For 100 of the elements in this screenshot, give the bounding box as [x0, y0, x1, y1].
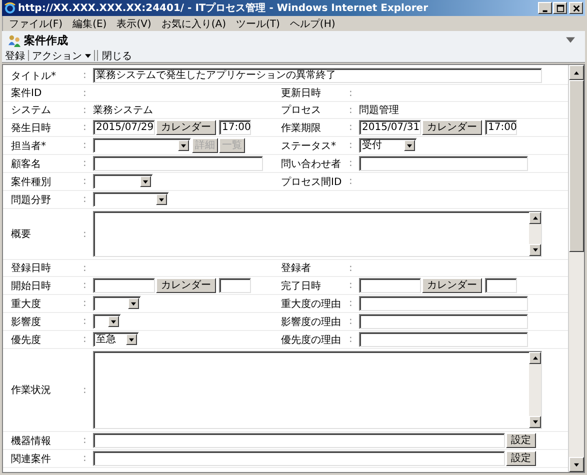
date-field[interactable]: 2015/07/31: [359, 120, 421, 135]
down-arrow-icon[interactable]: [532, 248, 538, 252]
maximize-button[interactable]: [553, 2, 567, 14]
colon: :: [83, 176, 88, 187]
set-button[interactable]: 設定: [506, 433, 536, 448]
colon: :: [83, 228, 88, 240]
field-label: 作業期限: [281, 122, 322, 134]
caret-icon[interactable]: [85, 54, 91, 58]
dropdown-arrow-icon[interactable]: [181, 144, 186, 148]
colon: :: [83, 435, 88, 446]
colon: :: [349, 176, 354, 187]
dropdown-arrow-icon[interactable]: [129, 338, 134, 342]
text-area[interactable]: [93, 211, 542, 257]
field-label: プロセス間ID: [281, 176, 343, 188]
colon: :: [83, 384, 88, 396]
field-label: 概要: [11, 228, 32, 241]
colon: :: [349, 104, 354, 116]
toolbar-button[interactable]: 閉じる: [101, 48, 133, 62]
colon: :: [83, 298, 88, 309]
date-field[interactable]: [93, 278, 155, 293]
time-field[interactable]: [485, 278, 517, 293]
text-field[interactable]: [93, 156, 263, 171]
toolbar-button[interactable]: 登録: [4, 48, 26, 62]
scrollbar[interactable]: [529, 212, 541, 256]
colon: :: [349, 140, 354, 151]
calendar-button[interactable]: カレンダー: [156, 120, 216, 135]
dropdown-arrow-icon[interactable]: [111, 320, 116, 324]
field-label: 更新日時: [281, 86, 322, 100]
menu-item[interactable]: お気に入り(A): [161, 16, 226, 30]
menu-item[interactable]: ヘルプ(H): [290, 16, 336, 30]
time-field[interactable]: [219, 278, 251, 293]
set-button[interactable]: 設定: [506, 451, 536, 466]
calendar-button[interactable]: カレンダー: [422, 120, 482, 135]
colon: :: [83, 122, 88, 133]
text-field[interactable]: 業務システムで発生したアプリケーションの異常終了: [93, 68, 542, 83]
text-field[interactable]: [359, 296, 528, 311]
calendar-button[interactable]: カレンダー: [156, 278, 216, 293]
field-label: 影響度: [11, 316, 42, 328]
up-arrow-icon[interactable]: [532, 356, 538, 360]
scrollbar[interactable]: [529, 352, 541, 428]
dropdown[interactable]: [93, 138, 191, 153]
field-label: ステータス*: [281, 140, 337, 152]
text-field[interactable]: [359, 332, 528, 347]
text-field[interactable]: [93, 451, 505, 466]
field-label: 作業状況: [11, 384, 52, 397]
menu-item[interactable]: 編集(E): [72, 16, 107, 30]
down-arrow-icon[interactable]: [532, 420, 538, 424]
field-label: 優先度の理由: [281, 334, 342, 346]
colon: :: [83, 158, 88, 169]
field-label: プロセス: [281, 104, 322, 117]
dropdown[interactable]: [93, 296, 141, 311]
maximize-icon[interactable]: [556, 4, 564, 12]
colon: :: [349, 316, 354, 327]
menu-item[interactable]: ツール(T): [236, 16, 280, 30]
menu-item[interactable]: 表示(V): [116, 16, 152, 30]
field-label: 重大度の理由: [281, 298, 342, 310]
dropdown-arrow-icon[interactable]: [407, 144, 412, 148]
close-icon[interactable]: [572, 4, 580, 12]
date-field[interactable]: [359, 278, 421, 293]
close-button[interactable]: [569, 2, 583, 14]
field-label: 影響度の理由: [281, 316, 342, 328]
dropdown[interactable]: 受付: [359, 138, 417, 153]
calendar-button[interactable]: カレンダー: [422, 278, 482, 293]
up-arrow-icon[interactable]: [574, 70, 579, 74]
colon: :: [349, 280, 354, 291]
time-field[interactable]: 17:00: [219, 120, 251, 135]
dropdown-arrow-icon[interactable]: [131, 302, 136, 306]
dropdown-arrow-icon[interactable]: [143, 180, 148, 184]
colon: :: [83, 453, 88, 464]
dropdown[interactable]: [93, 174, 153, 189]
menu-button[interactable]: アクション: [31, 48, 92, 62]
dropdown[interactable]: [93, 192, 169, 207]
field-label: タイトル*: [11, 70, 57, 82]
colon: :: [349, 334, 354, 345]
text-field[interactable]: [93, 433, 505, 448]
field-label: 登録日時: [11, 262, 52, 275]
text-field[interactable]: [359, 156, 528, 171]
menu-item[interactable]: ファイル(F): [9, 16, 63, 30]
dropdown[interactable]: 至急: [93, 332, 139, 347]
colon: :: [83, 262, 88, 274]
field-label: 案件ID: [11, 86, 43, 100]
field-label: 機器情報: [11, 434, 52, 448]
date-field[interactable]: 2015/07/29: [93, 120, 155, 135]
time-field[interactable]: 17:00: [485, 120, 517, 135]
browser-logo-icon: [4, 2, 16, 14]
colon: :: [349, 262, 354, 274]
dropdown[interactable]: [93, 314, 121, 329]
field-label: 問題分野: [11, 194, 52, 206]
colon: :: [83, 70, 88, 81]
dropdown-arrow-icon[interactable]: [159, 198, 164, 202]
minimize-button[interactable]: [538, 2, 552, 14]
colon: :: [349, 298, 354, 309]
field-label: 担当者*: [11, 140, 47, 152]
colon: :: [83, 140, 88, 151]
scrollbar[interactable]: [568, 65, 584, 472]
field-label: システム: [11, 104, 52, 117]
down-arrow-icon[interactable]: [574, 462, 579, 466]
window-title: http://XX.XXX.XXX.XX:24401/ - ITプロセス管理 - Windows Internet Explorer: [18, 1, 430, 15]
up-arrow-icon[interactable]: [532, 216, 538, 220]
text-field[interactable]: [359, 314, 528, 329]
